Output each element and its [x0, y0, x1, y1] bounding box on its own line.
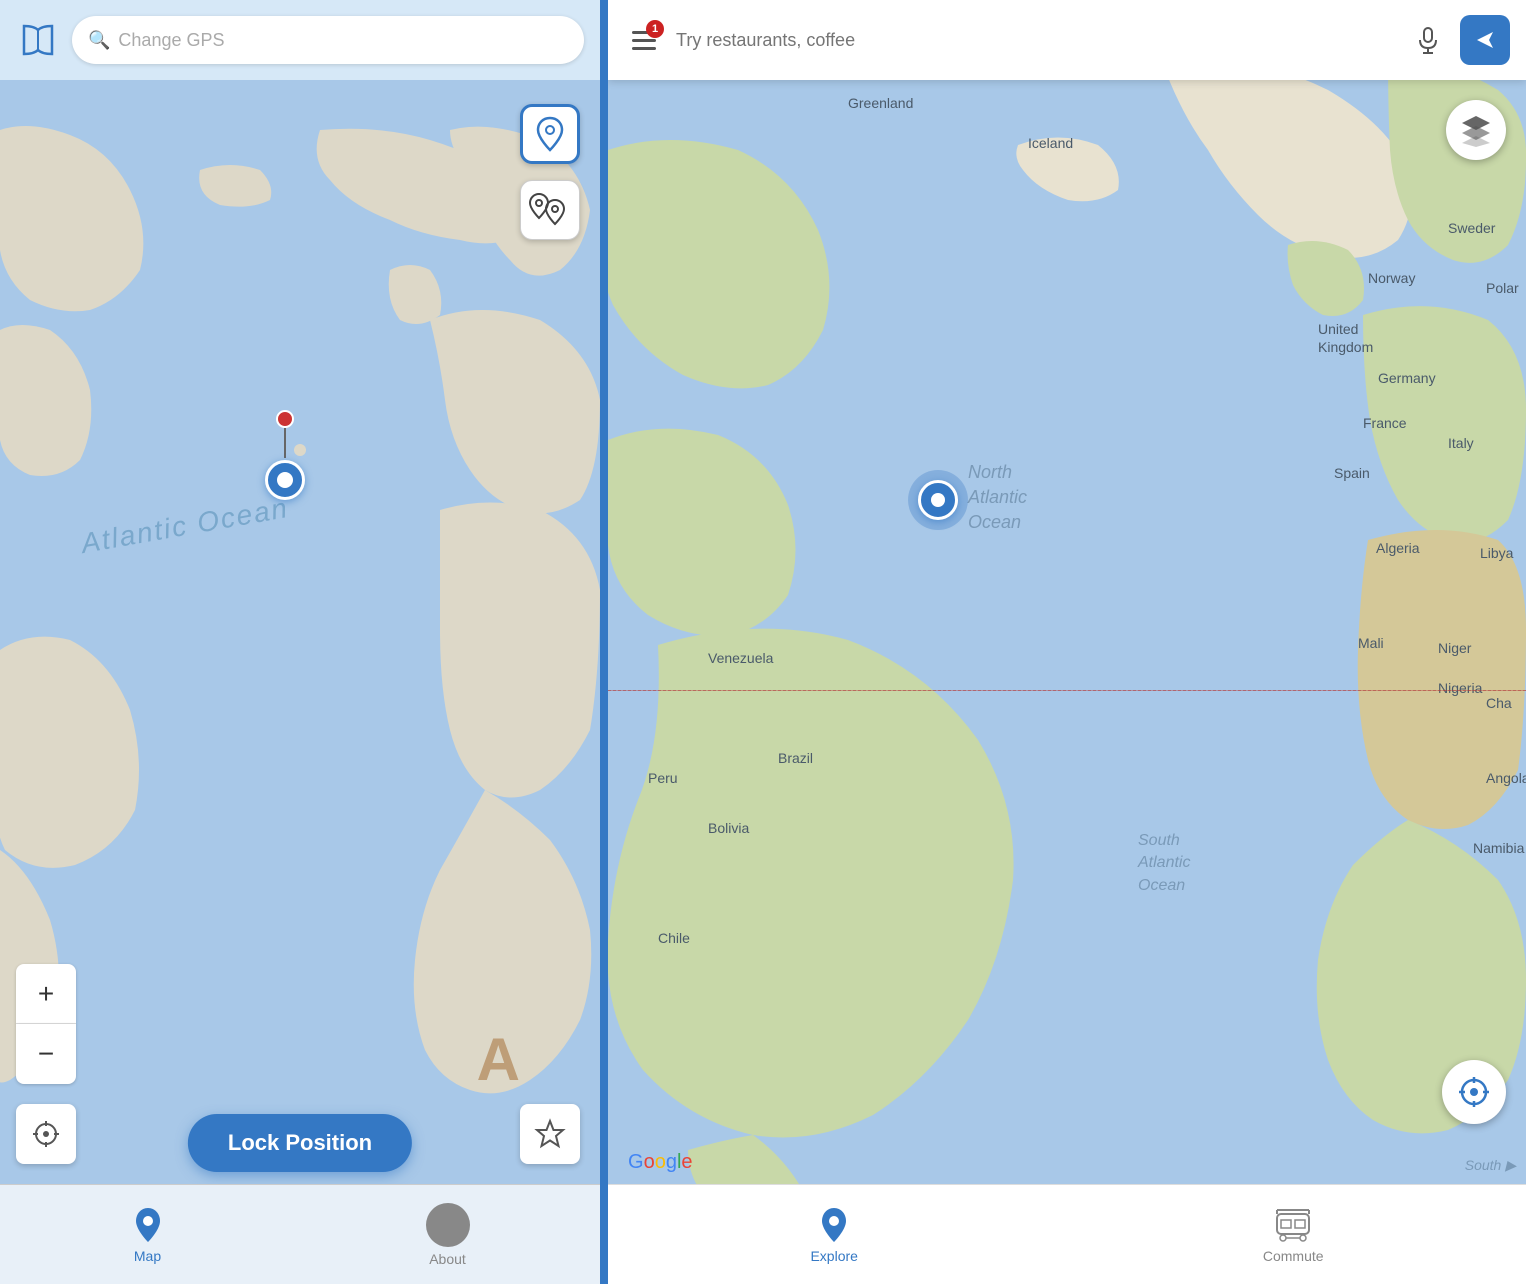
marker-dot	[918, 480, 958, 520]
sweden-label: Sweder	[1448, 220, 1495, 236]
nav-item-map[interactable]: Map	[131, 1206, 165, 1264]
left-topbar: 🔍 Change GPS	[0, 0, 600, 80]
south-label: South ▶	[1465, 1157, 1516, 1174]
algeria-label: Algeria	[1376, 540, 1420, 556]
south-atlantic-label: SouthAtlanticOcean	[1138, 830, 1190, 897]
marker-circle-blue	[265, 460, 305, 500]
chad-label: Cha	[1486, 695, 1512, 711]
menu-icon[interactable]: 1	[624, 20, 664, 60]
greenland-label: Greenland	[848, 95, 913, 111]
nav-commute-label: Commute	[1263, 1248, 1324, 1264]
notification-badge: 1	[646, 20, 664, 38]
marker-pin-red	[276, 410, 294, 428]
watermark-a: A	[477, 1025, 520, 1094]
location-button[interactable]	[16, 1104, 76, 1164]
book-icon[interactable]	[16, 18, 60, 62]
namibia-label: Namibia	[1473, 840, 1524, 856]
uk-label: UnitedKingdom	[1318, 320, 1373, 356]
nav-about-label: About	[429, 1251, 466, 1267]
niger-label: Niger	[1438, 640, 1471, 656]
favorites-button[interactable]	[520, 1104, 580, 1164]
zoom-out-button[interactable]: −	[16, 1024, 76, 1084]
gps-button[interactable]	[1442, 1060, 1506, 1124]
google-logo: Google	[628, 1151, 693, 1174]
panel-divider	[600, 0, 608, 1284]
nav-item-about[interactable]: About	[426, 1203, 470, 1267]
map-btn-single-pin[interactable]	[520, 104, 580, 164]
right-panel: 1 Greenland Iceland Norway Sweder Unite	[608, 0, 1526, 1284]
germany-label: Germany	[1378, 370, 1436, 386]
poland-label: Polar	[1486, 280, 1519, 296]
microphone-button[interactable]	[1408, 20, 1448, 60]
right-search-input[interactable]	[676, 30, 1396, 51]
north-atlantic-label: NorthAtlanticOcean	[968, 460, 1027, 536]
left-panel: 🔍 Change GPS Atlantic Ocean + −	[0, 0, 600, 1284]
marker-shadow-line	[284, 428, 286, 458]
lock-position-button[interactable]: Lock Position	[188, 1114, 412, 1172]
bolivia-label: Bolivia	[708, 820, 749, 836]
italy-label: Italy	[1448, 435, 1474, 451]
map-btn-double-pin[interactable]	[520, 180, 580, 240]
right-topbar: 1	[608, 0, 1526, 80]
iceland-label: Iceland	[1028, 135, 1073, 151]
zoom-controls: + −	[16, 964, 76, 1084]
nav-map-label: Map	[134, 1248, 161, 1264]
left-search-bar[interactable]: 🔍 Change GPS	[72, 16, 584, 64]
layer-button[interactable]	[1446, 100, 1506, 160]
peru-label: Peru	[648, 770, 678, 786]
nav-item-commute[interactable]: Commute	[1263, 1206, 1324, 1264]
mali-label: Mali	[1358, 635, 1384, 651]
chile-label: Chile	[658, 930, 690, 946]
angola-label: Angola	[1486, 770, 1526, 786]
libya-label: Libya	[1480, 545, 1513, 561]
france-label: France	[1363, 415, 1407, 431]
search-icon: 🔍	[88, 30, 110, 51]
left-bottom-nav: Map About	[0, 1184, 600, 1284]
venezuela-label: Venezuela	[708, 650, 773, 666]
search-placeholder: Change GPS	[118, 30, 224, 51]
norway-label: Norway	[1368, 270, 1415, 286]
navigation-button[interactable]	[1460, 15, 1510, 65]
nigeria-label: Nigeria	[1438, 680, 1482, 696]
right-bottom-nav: Explore Commute	[608, 1184, 1526, 1284]
equator-line	[608, 690, 1526, 691]
right-location-marker	[918, 480, 958, 520]
zoom-in-button[interactable]: +	[16, 964, 76, 1024]
nav-explore-label: Explore	[810, 1248, 857, 1264]
brazil-label: Brazil	[778, 750, 813, 766]
nav-item-explore[interactable]: Explore	[810, 1206, 857, 1264]
spain-label: Spain	[1334, 465, 1370, 481]
